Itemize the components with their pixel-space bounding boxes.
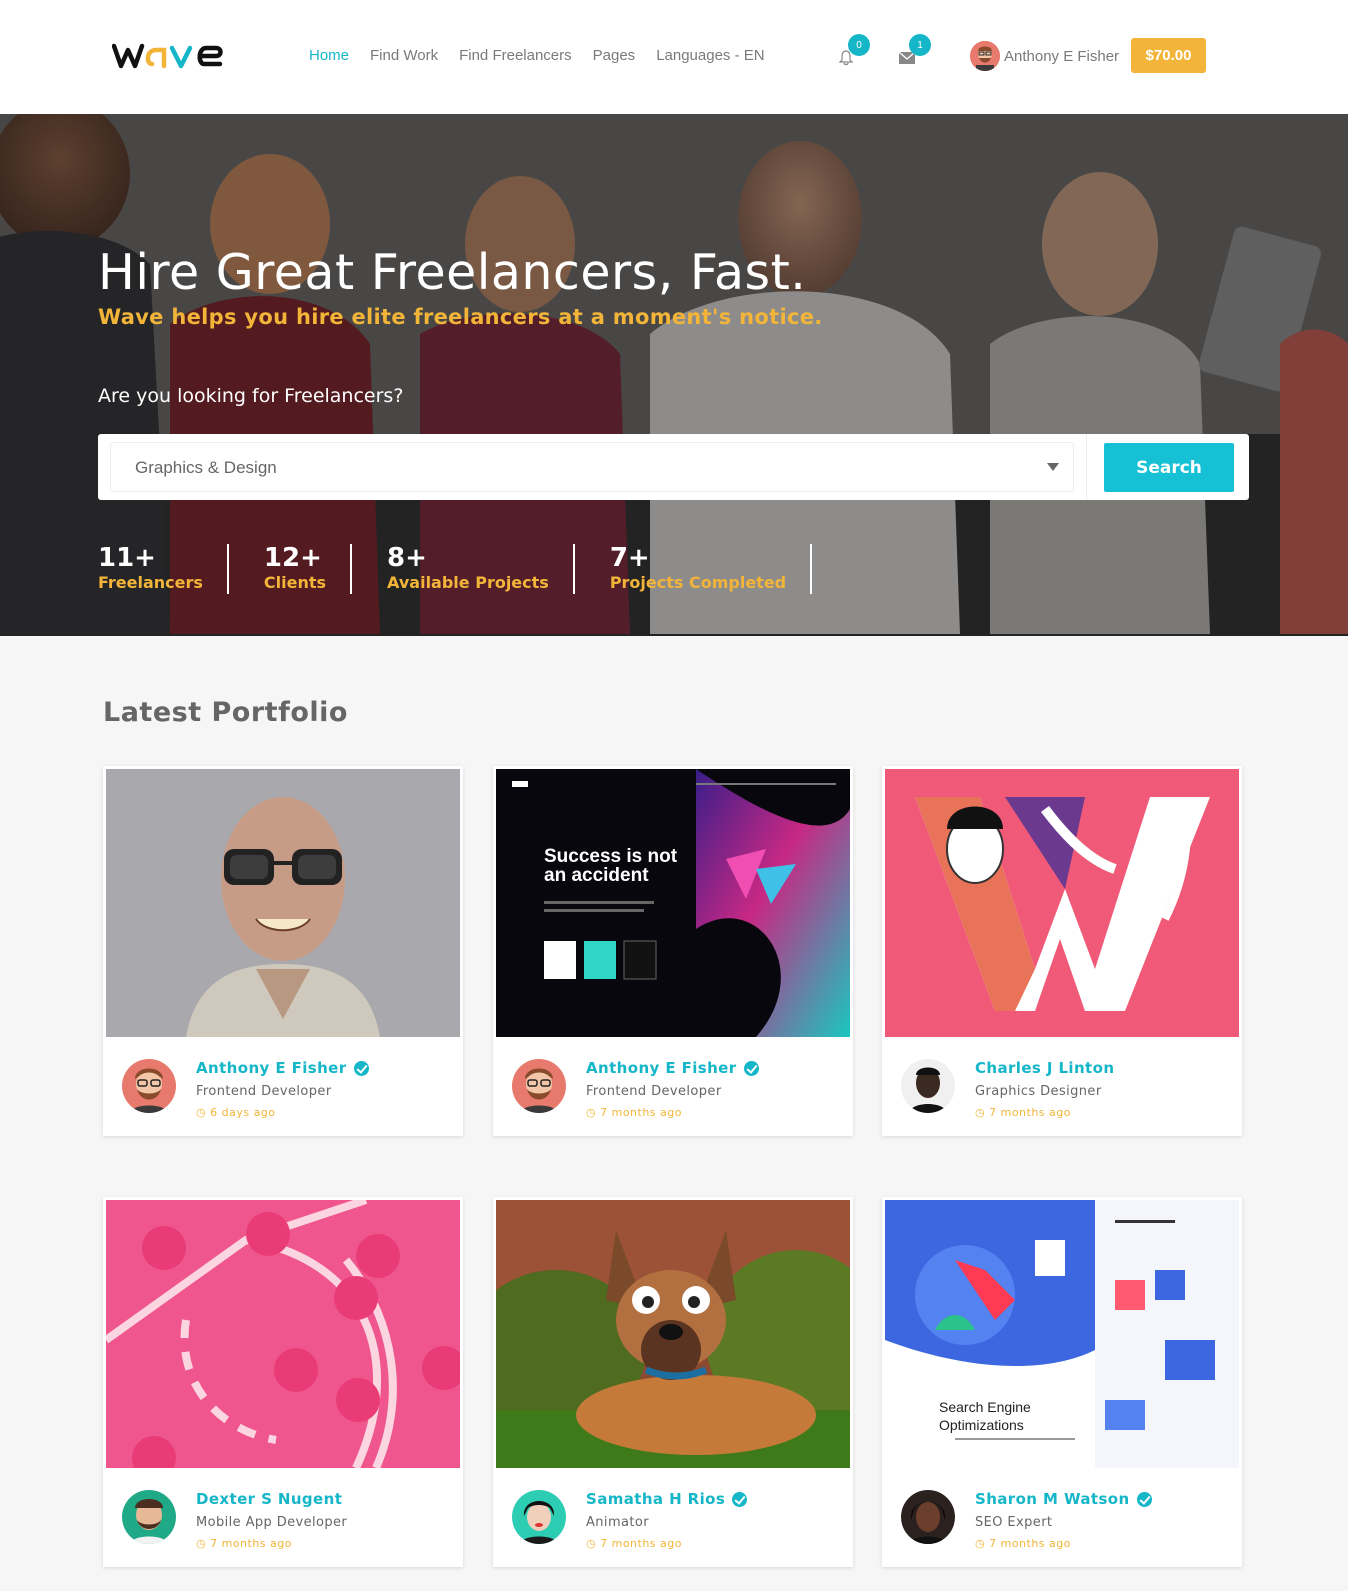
avatar[interactable] <box>512 1059 566 1113</box>
stat-projects-completed: 7+ Projects Completed <box>609 543 813 594</box>
stat-available-projects: 8+ Available Projects <box>387 544 575 594</box>
freelancer-name-text: Charles J Linton <box>975 1059 1115 1077</box>
user-menu[interactable]: Anthony E Fisher <box>970 41 1119 71</box>
avatar <box>970 41 1000 71</box>
freelancer-name-text: Samatha H Rios <box>586 1490 726 1508</box>
freelancer-name[interactable]: Sharon M Watson <box>975 1490 1152 1508</box>
avatar[interactable] <box>122 1059 176 1113</box>
hero-section: Hire Great Freelancers, Fast. Wave helps… <box>0 114 1348 636</box>
portfolio-card[interactable]: Samatha H Rios Animator ◷ 7 months ago <box>493 1197 853 1567</box>
portfolio-image-headline: Search Engine Optimizations <box>939 1399 1031 1433</box>
top-header: Home Find Work Find Freelancers Pages La… <box>0 0 1348 114</box>
posted-time: ◷ 7 months ago <box>975 1106 1071 1119</box>
category-select[interactable]: Graphics & Design <box>110 442 1074 492</box>
freelancer-name-text: Dexter S Nugent <box>196 1490 343 1508</box>
stats-row: 11+ Freelancers 12+ Clients 8+ Available… <box>98 544 847 594</box>
verified-badge-icon <box>353 1060 369 1076</box>
posted-time: ◷ 7 months ago <box>975 1537 1071 1550</box>
freelancer-name[interactable]: Dexter S Nugent <box>196 1490 342 1508</box>
freelancer-name-text: Anthony E Fisher <box>196 1059 347 1077</box>
caret-down-icon <box>1047 463 1059 471</box>
notifications-button[interactable]: 0 <box>836 34 870 68</box>
search-divider <box>1086 434 1087 500</box>
posted-time-text: 7 months ago <box>989 1106 1071 1119</box>
freelancer-name[interactable]: Samatha H Rios <box>586 1490 748 1508</box>
main-nav: Home Find Work Find Freelancers Pages La… <box>309 47 786 64</box>
portfolio-card[interactable]: Charles J Linton Graphics Designer ◷ 7 m… <box>882 766 1242 1136</box>
verified-badge-icon <box>743 1060 759 1076</box>
posted-time: ◷ 6 days ago <box>196 1106 276 1119</box>
user-name: Anthony E Fisher <box>1004 47 1120 65</box>
stat-number: 7+ <box>609 543 650 573</box>
stat-clients: 12+ Clients <box>263 543 353 594</box>
portfolio-image[interactable] <box>106 769 460 1037</box>
freelancer-role: SEO Expert <box>975 1515 1053 1530</box>
avatar[interactable] <box>122 1490 176 1544</box>
portfolio-card[interactable]: Success is not an accident Anthony E Fis… <box>493 766 853 1136</box>
portfolio-image[interactable]: Search Engine Optimizations <box>885 1200 1239 1468</box>
stat-number: 12+ <box>263 543 322 573</box>
portfolio-card[interactable]: Anthony E Fisher Frontend Developer ◷ 6 … <box>103 766 463 1136</box>
posted-time: ◷ 7 months ago <box>196 1537 292 1550</box>
section-title: Latest Portfolio <box>103 697 348 728</box>
portfolio-card[interactable]: Search Engine Optimizations Sharon M Wat… <box>882 1197 1242 1567</box>
stat-label: Available Projects <box>387 573 549 592</box>
hero-subtitle: Wave helps you hire elite freelancers at… <box>98 305 823 329</box>
wave-logo[interactable] <box>112 36 258 72</box>
stat-number: 11+ <box>98 543 156 573</box>
avatar[interactable] <box>901 1059 955 1113</box>
stat-label: Freelancers <box>98 573 203 592</box>
stat-label: Projects Completed <box>609 573 787 592</box>
nav-find-freelancers[interactable]: Find Freelancers <box>459 47 572 64</box>
verified-badge-icon <box>1136 1491 1152 1507</box>
portfolio-image-headline: Success is not an accident <box>544 846 678 886</box>
posted-time-text: 7 months ago <box>210 1537 292 1550</box>
hero-question: Are you looking for Freelancers? <box>98 385 404 407</box>
avatar[interactable] <box>512 1490 566 1544</box>
freelancer-name[interactable]: Anthony E Fisher <box>196 1059 369 1077</box>
notifications-badge: 0 <box>848 34 870 56</box>
nav-home[interactable]: Home <box>309 47 349 64</box>
portfolio-card[interactable]: Dexter S Nugent Mobile App Developer ◷ 7… <box>103 1197 463 1567</box>
freelancer-role: Mobile App Developer <box>196 1515 348 1530</box>
posted-time-text: 7 months ago <box>600 1106 682 1119</box>
freelancer-name[interactable]: Charles J Linton <box>975 1059 1114 1077</box>
freelancer-role: Frontend Developer <box>586 1084 722 1099</box>
hero-title: Hire Great Freelancers, Fast. <box>98 244 807 301</box>
messages-button[interactable]: 1 <box>897 34 931 68</box>
nav-pages[interactable]: Pages <box>593 47 636 64</box>
freelancer-role: Animator <box>586 1515 649 1530</box>
posted-time-text: 7 months ago <box>600 1537 682 1550</box>
freelancer-name[interactable]: Anthony E Fisher <box>586 1059 759 1077</box>
stat-freelancers: 11+ Freelancers <box>98 544 229 594</box>
posted-time: ◷ 7 months ago <box>586 1106 682 1119</box>
messages-badge: 1 <box>909 34 931 56</box>
posted-time-text: 7 months ago <box>989 1537 1071 1550</box>
posted-time-text: 6 days ago <box>210 1106 276 1119</box>
verified-badge-icon <box>732 1491 748 1507</box>
portfolio-image[interactable] <box>885 769 1239 1037</box>
freelancer-name-text: Anthony E Fisher <box>586 1059 737 1077</box>
posted-time: ◷ 7 months ago <box>586 1537 682 1550</box>
portfolio-image[interactable] <box>106 1200 460 1468</box>
freelancer-role: Graphics Designer <box>975 1084 1102 1099</box>
portfolio-image[interactable]: Success is not an accident <box>496 769 850 1037</box>
stat-label: Clients <box>263 573 327 592</box>
freelancer-name-text: Sharon M Watson <box>975 1490 1130 1508</box>
freelancer-role: Frontend Developer <box>196 1084 332 1099</box>
portfolio-image[interactable] <box>496 1200 850 1468</box>
nav-languages[interactable]: Languages - EN <box>656 47 764 64</box>
nav-find-work[interactable]: Find Work <box>370 47 438 64</box>
search-box: Graphics & Design Search <box>98 434 1249 500</box>
stat-number: 8+ <box>387 543 427 573</box>
category-select-value: Graphics & Design <box>135 458 277 477</box>
search-button[interactable]: Search <box>1104 443 1234 492</box>
balance-button[interactable]: $70.00 <box>1131 38 1206 73</box>
avatar[interactable] <box>901 1490 955 1544</box>
